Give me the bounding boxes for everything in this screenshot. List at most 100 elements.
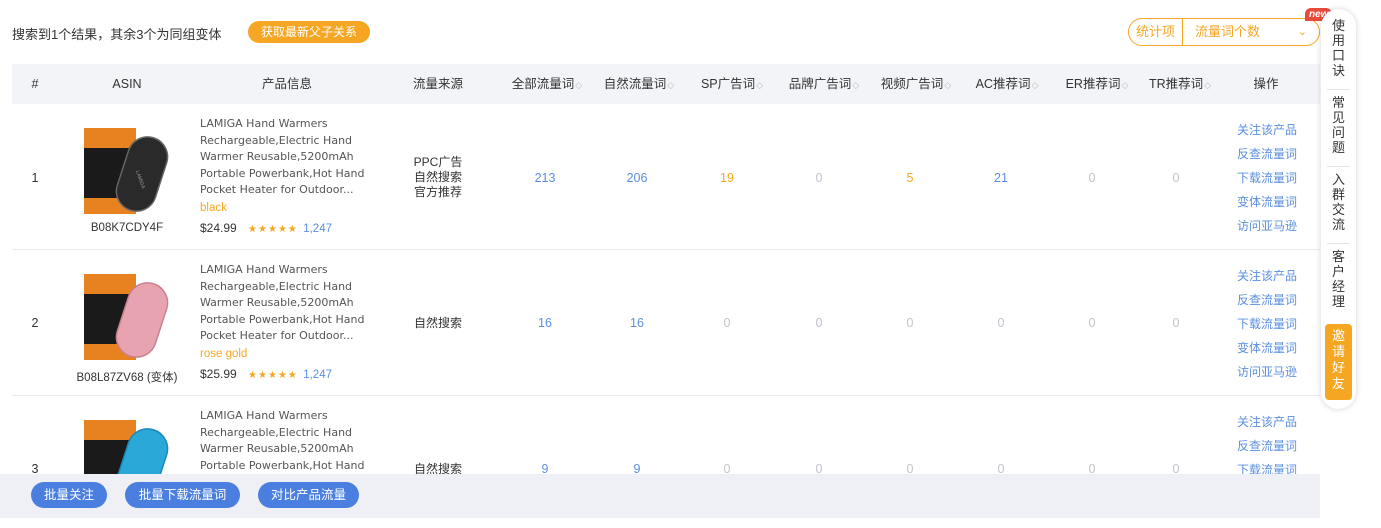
col-ac-label: AC推荐词 xyxy=(975,77,1031,91)
sp-count[interactable]: 19 xyxy=(684,171,770,185)
sort-icon[interactable]: ◇ xyxy=(756,80,763,90)
video-count[interactable]: 5 xyxy=(867,171,953,185)
sort-icon[interactable]: ◇ xyxy=(1204,80,1211,90)
stat-label: 统计项 xyxy=(1129,19,1183,45)
stat-value: 流量词个数 xyxy=(1195,24,1261,39)
stat-dropdown[interactable]: 流量词个数 ⌄ xyxy=(1183,19,1319,45)
variant-keywords-link[interactable]: 变体流量词 xyxy=(1227,190,1307,214)
sort-icon[interactable]: ◇ xyxy=(575,80,582,90)
review-count[interactable]: 1,247 xyxy=(303,223,332,235)
reverse-lookup-link[interactable]: 反查流量词 xyxy=(1227,288,1307,312)
sp-count: 0 xyxy=(723,462,731,474)
product-title[interactable]: LAMIGA Hand Warmers Rechargeable,Electri… xyxy=(200,262,370,345)
natural-count[interactable]: 9 xyxy=(594,462,680,474)
sort-icon[interactable]: ◇ xyxy=(1031,80,1038,90)
sidebar-item-tips[interactable]: 使用口诀 xyxy=(1321,18,1356,78)
col-tr[interactable]: TR推荐词◇ xyxy=(1138,64,1222,104)
col-all[interactable]: 全部流量词◇ xyxy=(502,64,592,104)
divider xyxy=(1327,89,1350,90)
source-item: PPC广告 xyxy=(413,155,463,169)
er-count: 0 xyxy=(1088,171,1096,185)
sidebar-item-manager[interactable]: 客户经理 xyxy=(1321,249,1356,309)
traffic-sources: 自然搜索 xyxy=(398,316,478,331)
follow-product-link[interactable]: 关注该产品 xyxy=(1227,118,1307,142)
video-count: 0 xyxy=(906,316,914,330)
ac-count[interactable]: 21 xyxy=(958,171,1044,185)
price: $25.99 xyxy=(200,367,237,381)
row-actions: 关注该产品 反查流量词 下载流量词 变体流量词 访问亚马逊 xyxy=(1227,264,1307,384)
sidebar-label: 使用口诀 xyxy=(1331,18,1345,78)
col-natural[interactable]: 自然流量词◇ xyxy=(594,64,684,104)
bulk-download-button[interactable]: 批量下载流量词 xyxy=(125,482,240,508)
col-ops: 操作 xyxy=(1253,77,1279,91)
sort-icon[interactable]: ◇ xyxy=(852,80,859,90)
source-item: 自然搜索 xyxy=(413,316,462,330)
sidebar-item-group[interactable]: 入群交流 xyxy=(1321,172,1356,232)
refresh-parent-child-button[interactable]: 获取最新父子关系 xyxy=(248,21,371,43)
divider xyxy=(1327,243,1350,244)
download-keywords-link[interactable]: 下载流量词 xyxy=(1227,458,1307,474)
price-rating: $25.99 ★★★★★ 1,247 xyxy=(200,367,332,381)
all-count[interactable]: 213 xyxy=(502,171,588,185)
review-count[interactable]: 1,247 xyxy=(303,369,332,381)
natural-count[interactable]: 16 xyxy=(594,316,680,330)
col-sp[interactable]: SP广告词◇ xyxy=(687,64,777,104)
col-tr-label: TR推荐词 xyxy=(1148,77,1204,91)
sort-icon[interactable]: ◇ xyxy=(944,80,951,90)
reverse-lookup-link[interactable]: 反查流量词 xyxy=(1227,434,1307,458)
row-actions: 关注该产品 反查流量词 下载流量词 变体流量词 访问亚马逊 xyxy=(1227,118,1307,238)
sort-icon[interactable]: ◇ xyxy=(1121,80,1128,90)
bulk-follow-button[interactable]: 批量关注 xyxy=(31,482,107,508)
compare-traffic-button[interactable]: 对比产品流量 xyxy=(258,482,359,508)
natural-count[interactable]: 206 xyxy=(594,171,680,185)
col-asin: ASIN xyxy=(112,77,142,91)
sidebar-item-invite[interactable]: 邀请好友 xyxy=(1325,324,1352,400)
brand-count: 0 xyxy=(815,462,823,474)
follow-product-link[interactable]: 关注该产品 xyxy=(1227,410,1307,434)
price-rating: $24.99 ★★★★★ 1,247 xyxy=(200,221,332,235)
source-item: 官方推荐 xyxy=(413,185,462,199)
follow-product-link[interactable]: 关注该产品 xyxy=(1227,264,1307,288)
product-title[interactable]: LAMIGA Hand Warmers Rechargeable,Electri… xyxy=(200,408,370,474)
col-video-label: 视频广告词 xyxy=(880,77,944,91)
product-image[interactable] xyxy=(82,414,172,474)
reverse-lookup-link[interactable]: 反查流量词 xyxy=(1227,142,1307,166)
row-actions: 关注该产品 反查流量词 下载流量词 xyxy=(1227,410,1307,474)
sidebar-item-faq[interactable]: 常见问题 xyxy=(1321,95,1356,155)
col-ac[interactable]: AC推荐词◇ xyxy=(962,64,1052,104)
stat-selector[interactable]: 统计项 流量词个数 ⌄ xyxy=(1128,18,1320,46)
row-index: 1 xyxy=(31,171,39,185)
source-item: 自然搜索 xyxy=(413,170,462,184)
result-summary: 搜索到1个结果，其余3个为同组变体 xyxy=(12,27,222,42)
sort-icon[interactable]: ◇ xyxy=(667,80,674,90)
chevron-down-icon: ⌄ xyxy=(1297,26,1307,38)
ac-count: 0 xyxy=(997,316,1005,330)
all-count[interactable]: 9 xyxy=(502,462,588,474)
variant-label: black xyxy=(200,202,227,214)
download-keywords-link[interactable]: 下载流量词 xyxy=(1227,312,1307,336)
ac-count: 0 xyxy=(997,462,1005,474)
all-count[interactable]: 16 xyxy=(502,316,588,330)
col-brand-label: 品牌广告词 xyxy=(788,77,852,91)
download-keywords-link[interactable]: 下载流量词 xyxy=(1227,166,1307,190)
price: $24.99 xyxy=(200,221,237,235)
product-image[interactable]: LAMIGA xyxy=(82,122,172,218)
col-video[interactable]: 视频广告词◇ xyxy=(870,64,962,104)
col-brand[interactable]: 品牌广告词◇ xyxy=(778,64,870,104)
video-count: 0 xyxy=(906,462,914,474)
table-row: 1 LAMIGA B08K7CDY4F LAMIGA Hand Warmers … xyxy=(12,104,1320,250)
asin-text[interactable]: B08K7CDY4F xyxy=(62,222,192,234)
col-er[interactable]: ER推荐词◇ xyxy=(1052,64,1142,104)
variant-keywords-link[interactable]: 变体流量词 xyxy=(1227,336,1307,360)
product-title[interactable]: LAMIGA Hand Warmers Rechargeable,Electri… xyxy=(200,116,370,199)
brand-count: 0 xyxy=(815,316,823,330)
asin-text[interactable]: B08L87ZV68 (变体) xyxy=(62,369,192,385)
variant-label: rose gold xyxy=(200,348,248,360)
sidebar-label: 客户经理 xyxy=(1331,249,1345,309)
product-image[interactable] xyxy=(82,268,172,364)
col-er-label: ER推荐词 xyxy=(1065,77,1121,91)
sidebar-label: 常见问题 xyxy=(1331,95,1345,155)
visit-amazon-link[interactable]: 访问亚马逊 xyxy=(1227,214,1307,238)
col-sp-label: SP广告词 xyxy=(700,77,756,91)
visit-amazon-link[interactable]: 访问亚马逊 xyxy=(1227,360,1307,384)
